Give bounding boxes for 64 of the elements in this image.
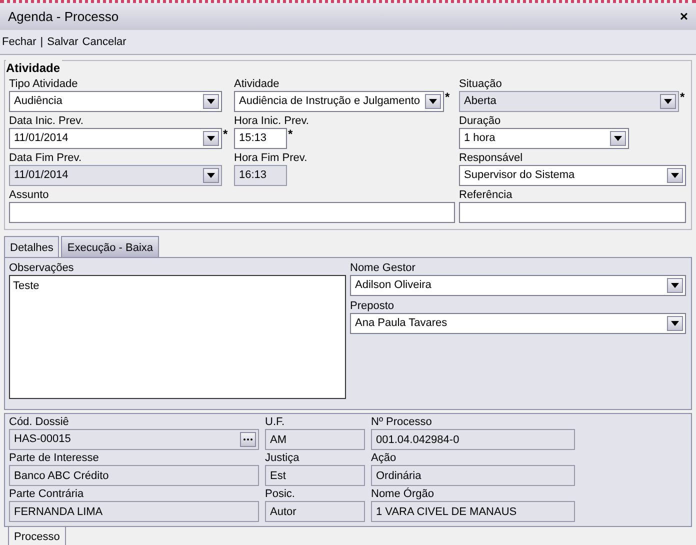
toolbar-button[interactable]: Fechar <box>2 34 36 50</box>
required-mark: * <box>288 128 293 140</box>
field-label: Hora Fim Prev. <box>234 152 308 164</box>
caret-icon <box>664 98 672 104</box>
field-label: Referência <box>459 188 514 202</box>
dropdown-button[interactable] <box>610 130 626 146</box>
dropdown-button[interactable] <box>667 168 683 182</box>
dropdown-button[interactable] <box>203 130 219 146</box>
required-mark: * <box>680 90 685 102</box>
required-mark: * <box>223 128 228 140</box>
field-label: Justiça <box>265 452 300 465</box>
field-label: Tipo Atividade <box>9 78 79 90</box>
field-label: Preposto <box>350 300 396 313</box>
caret-icon <box>671 321 679 326</box>
field-label: Observações <box>9 262 75 275</box>
field-label: Assunto <box>9 188 50 202</box>
field-label: Responsável <box>459 152 524 164</box>
field-label: Cód. Dossiê <box>9 416 70 429</box>
caret-icon <box>207 136 215 140</box>
tab[interactable]: Processo <box>8 527 66 545</box>
field-label: Atividade <box>234 78 280 90</box>
dropdown-field[interactable]: Supervisor do Sistema <box>459 164 686 186</box>
dropdown-button[interactable] <box>667 316 683 331</box>
field-label: Data Fim Prev. <box>9 152 83 164</box>
required-mark: * <box>445 90 450 102</box>
caret-icon <box>671 283 679 288</box>
field-label: Data Inic. Prev. <box>9 114 84 128</box>
field-label: U.F. <box>265 416 286 429</box>
dropdown-button[interactable] <box>203 94 219 108</box>
caret-icon <box>429 98 437 104</box>
dropdown-field[interactable]: Audiência de Instrução e Julgamento <box>234 90 444 112</box>
tab[interactable]: Detalhes <box>4 236 60 257</box>
field-label: Nº Processo <box>371 416 433 429</box>
field-label: Duração <box>459 114 502 128</box>
tab[interactable]: Execução - Baixa <box>61 236 160 257</box>
input-field[interactable] <box>459 202 686 222</box>
dropdown-button[interactable] <box>667 278 683 293</box>
field-label: Posic. <box>265 488 296 501</box>
toolbar-button[interactable]: Cancelar <box>82 34 126 50</box>
dropdown-field[interactable]: Adilson Oliveira <box>350 275 686 296</box>
caret-icon <box>207 172 215 178</box>
caret-icon <box>614 136 622 140</box>
field-label: Nome Órgão <box>371 488 435 501</box>
field-label: Parte de Interesse <box>9 452 100 465</box>
dropdown-field[interactable]: Ana Paula Tavares <box>350 313 686 334</box>
window-title: Agenda - Processo <box>8 8 119 26</box>
close-button[interactable]: × <box>680 6 688 27</box>
dropdown-field[interactable]: Audiência <box>9 90 222 112</box>
dropdown-field[interactable]: 1 hora <box>459 128 629 148</box>
ellipsis-icon <box>243 438 253 441</box>
input-field[interactable] <box>9 202 455 222</box>
dropdown-field[interactable]: 11/01/2014 <box>9 128 222 148</box>
toolbar-separator: | <box>40 34 44 50</box>
field-label: Ação <box>371 452 398 465</box>
field-label: Hora Inic. Prev. <box>234 114 310 128</box>
field-label: Parte Contrária <box>9 488 85 501</box>
notes-field[interactable]: Teste <box>9 275 346 399</box>
input-field[interactable]: 15:13 <box>234 128 287 148</box>
field-label: Nome Gestor <box>350 262 416 275</box>
caret-icon <box>207 98 215 104</box>
caret-icon <box>671 172 679 178</box>
field-label: Situação <box>459 78 503 90</box>
dropdown-button[interactable] <box>425 94 441 108</box>
toolbar-button[interactable]: Salvar <box>47 34 78 50</box>
